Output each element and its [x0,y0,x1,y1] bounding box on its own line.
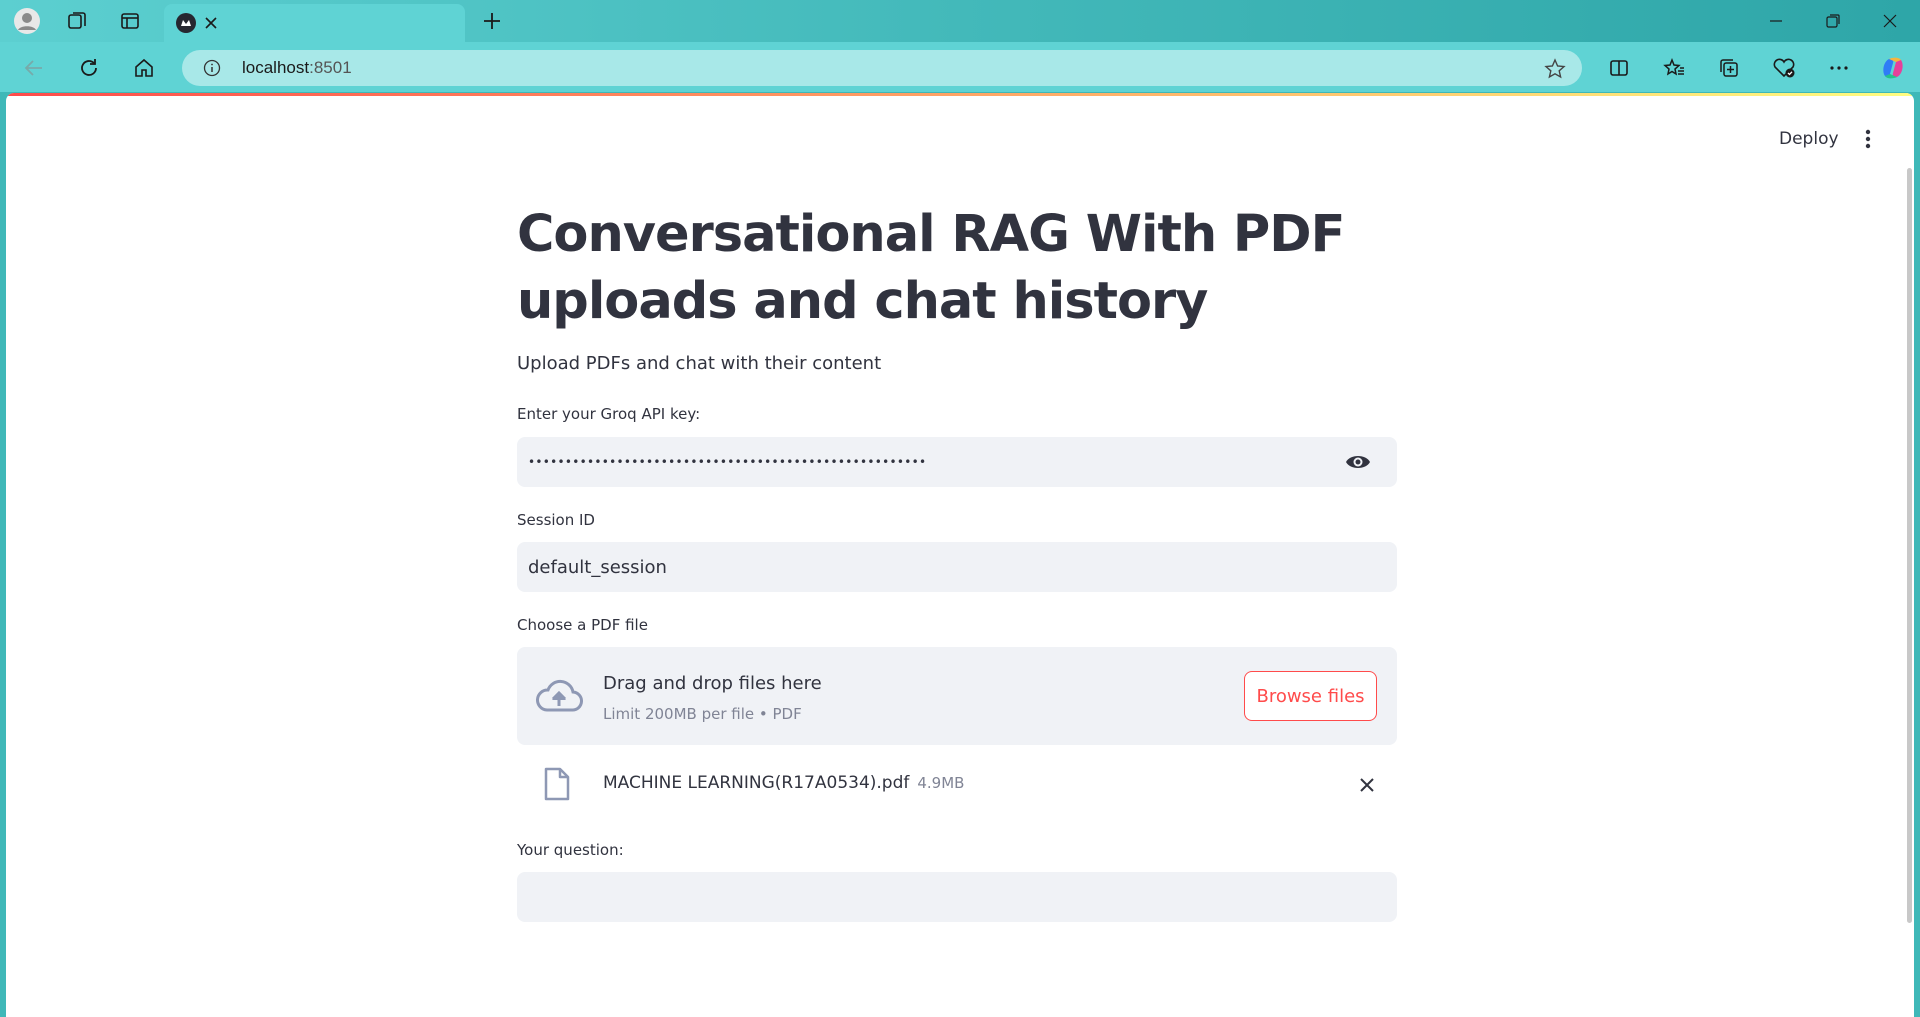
home-icon[interactable] [128,52,160,84]
cloud-upload-icon [535,676,583,716]
split-screen-icon[interactable] [1603,52,1635,84]
deploy-button[interactable]: Deploy [1769,123,1849,155]
session-id-input[interactable]: default_session [517,542,1397,592]
browse-files-button[interactable]: Browse files [1244,671,1377,721]
page-subtitle: Upload PDFs and chat with their content [517,353,882,374]
page-scrollbar[interactable] [1907,168,1912,923]
more-menu-icon[interactable] [1823,52,1855,84]
copilot-icon[interactable] [1877,52,1909,84]
session-id-label: Session ID [517,511,595,529]
dropzone-title: Drag and drop files here [603,673,822,694]
uploaded-file-row: MACHINE LEARNING(R17A0534).pdf 4.9MB [517,763,1397,807]
session-id-value: default_session [528,556,667,578]
question-input[interactable] [517,872,1397,922]
url-port: :8501 [309,58,352,77]
pdf-uploader-label: Choose a PDF file [517,616,648,634]
url-text: localhost:8501 [242,58,352,78]
file-name-text: MACHINE LEARNING(R17A0534).pdf [603,773,910,793]
app-viewport: Deploy Conversational RAG With PDF uploa… [6,93,1914,1017]
file-icon [543,767,571,801]
close-window-icon[interactable] [1867,6,1913,36]
show-password-icon[interactable] [1345,450,1371,474]
api-key-input[interactable]: ••••••••••••••••••••••••••••••••••••••••… [517,437,1397,487]
url-host: localhost [242,58,310,77]
browser-tab-bar: app [0,0,1920,154]
api-key-label: Enter your Groq API key: [517,405,701,423]
question-label: Your question: [517,841,624,859]
file-name: MACHINE LEARNING(R17A0534).pdf 4.9MB [603,773,964,793]
profile-icon[interactable] [13,7,41,35]
favorites-icon[interactable] [1658,52,1690,84]
tab-close-icon[interactable] [196,8,226,38]
address-bar[interactable]: localhost:8501 [182,50,1582,86]
file-dropzone[interactable]: Drag and drop files here Limit 200MB per… [517,647,1397,745]
api-key-value: ••••••••••••••••••••••••••••••••••••••••… [528,455,927,469]
tab-actions-icon[interactable] [116,7,144,35]
tab-app[interactable]: app [164,4,465,154]
collections-icon[interactable] [1713,52,1745,84]
header-decoration [6,93,1914,96]
add-favorite-icon[interactable] [1544,58,1566,80]
remove-file-icon[interactable] [1353,771,1381,799]
dropzone-limit: Limit 200MB per file • PDF [603,705,802,723]
new-tab-icon[interactable] [478,7,506,35]
back-icon[interactable] [18,52,50,84]
main-menu-icon[interactable] [1854,125,1882,153]
workspaces-icon[interactable] [63,7,91,35]
restore-icon[interactable] [1810,6,1856,36]
site-info-icon[interactable] [202,58,222,78]
browser-essentials-icon[interactable] [1768,52,1800,84]
refresh-icon[interactable] [73,52,105,84]
file-size: 4.9MB [917,774,965,792]
minimize-icon[interactable] [1753,6,1799,36]
page-title: Conversational RAG With PDF uploads and … [517,205,1345,331]
streamlit-favicon-icon [176,13,196,33]
